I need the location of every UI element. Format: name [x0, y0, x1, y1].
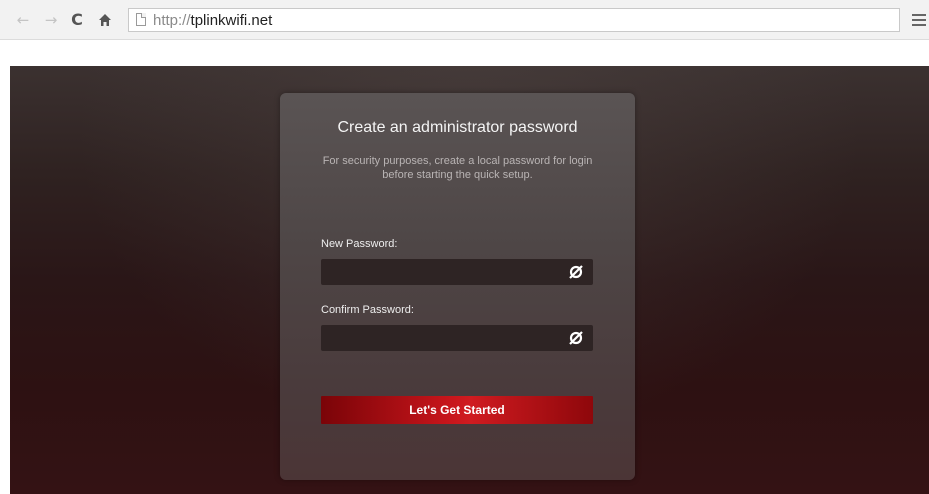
new-password-input[interactable]	[321, 259, 561, 285]
confirm-password-input[interactable]	[321, 325, 561, 351]
lets-get-started-button[interactable]: Let's Get Started	[321, 396, 593, 424]
page-icon	[136, 13, 146, 26]
url-text[interactable]: http://tplinkwifi.net	[153, 12, 272, 29]
card-description: For security purposes, create a local pa…	[322, 155, 593, 181]
new-password-field-wrapper	[321, 259, 593, 285]
forward-arrow-icon[interactable]: →	[40, 9, 62, 31]
eye-slash-icon[interactable]	[567, 329, 585, 347]
card-title: Create an administrator password	[337, 119, 578, 136]
home-icon[interactable]	[94, 9, 116, 31]
eye-slash-icon[interactable]	[567, 263, 585, 281]
password-setup-card: Create an administrator password For sec…	[280, 93, 635, 480]
url-host: tplinkwifi.net	[190, 12, 273, 29]
browser-toolbar: ← → C http://tplinkwifi.net	[0, 0, 929, 40]
back-arrow-icon[interactable]: ←	[12, 9, 34, 31]
reload-icon[interactable]: C	[66, 9, 88, 31]
new-password-label: New Password:	[321, 238, 398, 250]
hamburger-menu-icon[interactable]	[909, 9, 929, 31]
address-bar[interactable]: http://tplinkwifi.net	[128, 8, 900, 32]
browser-gap	[0, 40, 929, 66]
confirm-password-field-wrapper	[321, 325, 593, 351]
url-scheme: http://	[153, 12, 191, 29]
page-background: Create an administrator password For sec…	[10, 66, 929, 494]
confirm-password-label: Confirm Password:	[321, 304, 414, 316]
